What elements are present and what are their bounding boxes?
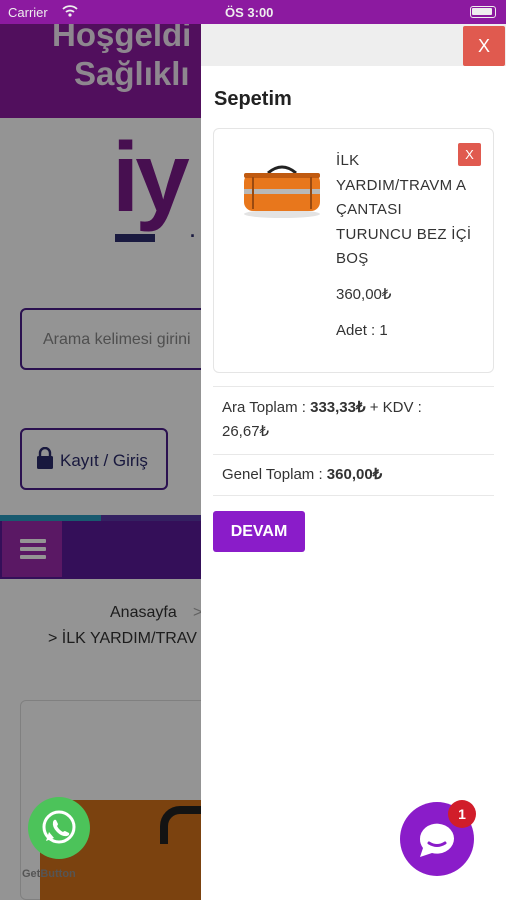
cart-item-name[interactable]: İLK YARDIM/TRAVM A ÇANTASI TURUNCU BEZ İ… [336, 149, 476, 272]
subtotal-label: Ara Toplam : [222, 399, 306, 416]
vat-amount: 26,67₺ [222, 423, 270, 440]
divider [213, 495, 494, 496]
whatsapp-button[interactable] [28, 797, 90, 859]
orange-first-aid-bag-image [244, 165, 320, 218]
close-drawer-button[interactable]: X [463, 26, 505, 66]
divider [213, 386, 494, 387]
continue-button[interactable]: DEVAM [213, 511, 305, 552]
battery-icon [470, 6, 496, 18]
subtotal-row: Ara Toplam : 333,33₺ + KDV : 26,67₺ [222, 396, 472, 444]
chat-notification-badge: 1 [448, 800, 476, 828]
drawer-header: X [201, 24, 506, 66]
vat-label: + KDV : [369, 399, 422, 416]
cart-item: İLK YARDIM/TRAVM A ÇANTASI TURUNCU BEZ İ… [213, 128, 494, 373]
grand-total-row: Genel Toplam : 360,00₺ [222, 465, 382, 483]
whatsapp-icon [42, 810, 76, 844]
wifi-icon [62, 5, 78, 17]
divider [213, 454, 494, 455]
grand-total-label: Genel Toplam : [222, 466, 323, 483]
cart-item-price: 360,00₺ [336, 286, 392, 303]
grand-total-amount: 360,00₺ [326, 466, 383, 483]
status-bar: Carrier ÖS 3:00 [0, 0, 506, 24]
cart-item-quantity: Adet : 1 [336, 322, 388, 339]
cart-title: Sepetim [214, 88, 292, 110]
carrier-label: Carrier [8, 5, 48, 20]
remove-item-button[interactable]: X [458, 143, 481, 166]
overlay-backdrop[interactable] [0, 0, 201, 900]
cart-drawer: X Sepetim İLK YARDIM/TRAVM A ÇANTASI TUR… [201, 24, 506, 900]
getbutton-label[interactable]: GetButton [22, 868, 76, 880]
subtotal-amount: 333,33₺ [310, 399, 366, 416]
status-clock: ÖS 3:00 [225, 5, 274, 20]
